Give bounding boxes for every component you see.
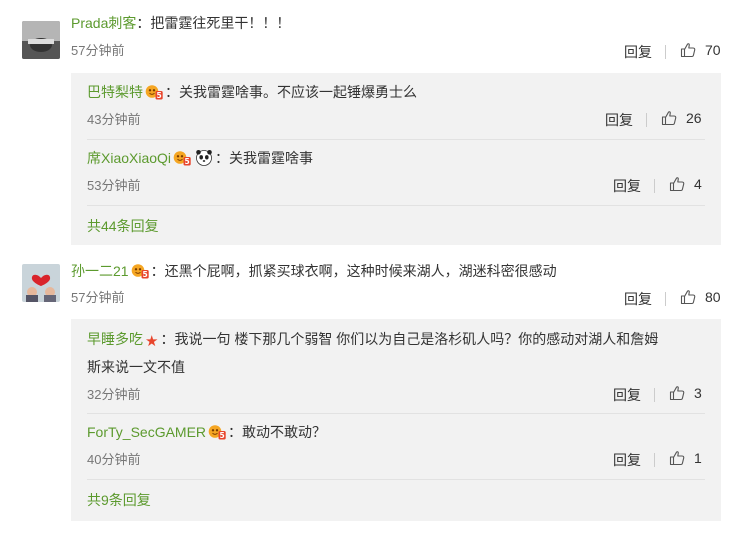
reply-button[interactable]: 回复 — [613, 176, 641, 196]
username-link[interactable]: Prada刺客 — [71, 15, 136, 31]
reply-button[interactable]: 回复 — [613, 385, 641, 405]
view-more-replies-link[interactable]: 共44条回复 — [87, 216, 159, 236]
divider — [654, 453, 655, 467]
reply-button[interactable]: 回复 — [624, 42, 652, 62]
like-button[interactable]: 4 — [669, 176, 702, 192]
reply-button[interactable]: 回复 — [624, 289, 652, 309]
reply-content: 巴特梨特 ：关我雷霆啥事。不应该一起锤爆勇士么 — [87, 82, 417, 102]
divider — [87, 139, 705, 140]
divider — [665, 45, 666, 59]
reply-button[interactable]: 回复 — [613, 450, 641, 470]
timestamp: 57分钟前 — [71, 290, 125, 305]
thumbs-up-icon — [680, 42, 696, 58]
reply-list: 巴特梨特 ：关我雷霆啥事。不应该一起锤爆勇士么 43分钟前 回复 26 席Xiao… — [71, 73, 721, 245]
comment-item: 孙一二21 ：还黑个屁啊，抓紧买球衣啊，这种时候来湖人，湖迷科密很感动 57分钟前… — [0, 250, 732, 534]
reply-item: 早睡多吃 ★ ：我说一句 楼下那几个弱智 你们以为自己是洛杉矶人吗？你的感动对湖人和… — [87, 329, 705, 407]
like-count: 80 — [705, 289, 721, 305]
divider — [87, 205, 705, 206]
reply-text-continued: 斯来说一文不值 — [87, 359, 185, 375]
reply-text: ：关我雷霆啥事 — [215, 150, 314, 166]
panda-emoji-icon — [195, 149, 213, 166]
reply-text: ：敢动不敢动？ — [228, 424, 327, 440]
divider — [87, 479, 705, 480]
like-count: 4 — [694, 176, 702, 192]
comment-text: ：把雷霆往死里干！！！ — [136, 15, 291, 31]
comment-item: Prada刺客：把雷霆往死里干！！！ 57分钟前 回复 70 巴特梨特 ：关我雷霆… — [0, 0, 732, 250]
reply-content: 席XiaoXiaoQi ：关我雷霆啥事 — [87, 148, 313, 168]
timestamp: 53分钟前 — [87, 178, 141, 193]
reply-button[interactable]: 回复 — [605, 110, 633, 130]
reply-item: 席XiaoXiaoQi ：关我雷霆啥事 53分钟前 回复 4 — [87, 148, 705, 198]
like-count: 3 — [694, 385, 702, 401]
username-link[interactable]: 早睡多吃 — [87, 331, 143, 347]
thumbs-up-icon — [680, 289, 696, 305]
timestamp: 40分钟前 — [87, 452, 141, 467]
star-icon: ★ — [145, 333, 159, 350]
vip-badge-icon — [173, 149, 191, 166]
like-count: 26 — [686, 110, 702, 126]
username-link[interactable]: 孙一二21 — [71, 263, 129, 279]
divider — [665, 292, 666, 306]
reply-list: 早睡多吃 ★ ：我说一句 楼下那几个弱智 你们以为自己是洛杉矶人吗？你的感动对湖人和… — [71, 319, 721, 521]
comment-content: Prada刺客：把雷霆往死里干！！！ — [71, 13, 290, 33]
like-button[interactable]: 70 — [680, 42, 721, 58]
vip-badge-icon — [131, 262, 149, 279]
like-count: 1 — [694, 450, 702, 466]
vip-badge-icon — [208, 423, 226, 440]
thumbs-up-icon — [669, 450, 685, 466]
view-more-replies-link[interactable]: 共9条回复 — [87, 490, 151, 510]
thumbs-up-icon — [669, 176, 685, 192]
like-button[interactable]: 3 — [669, 385, 702, 401]
reply-item: ForTy_SecGAMER ：敢动不敢动？ 40分钟前 回复 1 — [87, 422, 705, 472]
reply-text: ：我说一句 楼下那几个弱智 你们以为自己是洛杉矶人吗？你的感动对湖人和詹姆 — [160, 331, 659, 347]
like-count: 70 — [705, 42, 721, 58]
divider — [654, 388, 655, 402]
comment-text: ：还黑个屁啊，抓紧买球衣啊，这种时候来湖人，湖迷科密很感动 — [150, 263, 557, 279]
username-link[interactable]: ForTy_SecGAMER — [87, 424, 206, 440]
reply-item: 巴特梨特 ：关我雷霆啥事。不应该一起锤爆勇士么 43分钟前 回复 26 — [87, 82, 705, 132]
like-button[interactable]: 1 — [669, 450, 702, 466]
like-button[interactable]: 26 — [661, 110, 702, 126]
timestamp: 43分钟前 — [87, 112, 141, 127]
divider — [646, 113, 647, 127]
reply-text: ：关我雷霆啥事。不应该一起锤爆勇士么 — [165, 84, 417, 100]
thumbs-up-icon — [669, 385, 685, 401]
divider — [654, 179, 655, 193]
reply-content: 早睡多吃 ★ ：我说一句 楼下那几个弱智 你们以为自己是洛杉矶人吗？你的感动对湖人和… — [87, 329, 658, 352]
timestamp: 57分钟前 — [71, 43, 125, 58]
timestamp: 32分钟前 — [87, 387, 141, 402]
comment-content: 孙一二21 ：还黑个屁啊，抓紧买球衣啊，这种时候来湖人，湖迷科密很感动 — [71, 261, 557, 281]
divider — [87, 413, 705, 414]
vip-badge-icon — [145, 83, 163, 100]
avatar[interactable] — [22, 264, 60, 302]
thumbs-up-icon — [661, 110, 677, 126]
username-link[interactable]: 席XiaoXiaoQi — [87, 150, 171, 166]
like-button[interactable]: 80 — [680, 289, 721, 305]
username-link[interactable]: 巴特梨特 — [87, 84, 143, 100]
avatar[interactable] — [22, 21, 60, 59]
reply-content: ForTy_SecGAMER ：敢动不敢动？ — [87, 422, 326, 442]
